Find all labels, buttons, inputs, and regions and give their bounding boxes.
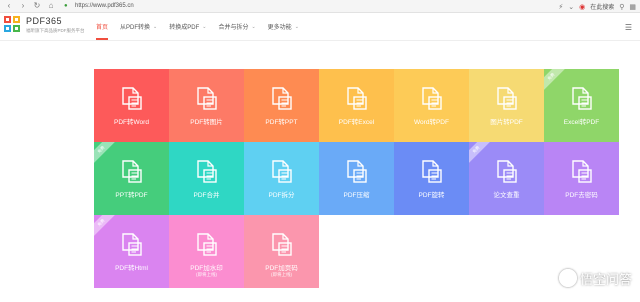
chevron-down-icon: ⌄ bbox=[202, 23, 207, 30]
pdf-rotate-icon bbox=[422, 160, 442, 183]
home-icon[interactable]: ⌂ bbox=[46, 1, 56, 11]
tool-tile[interactable]: PDF转Html 免费 bbox=[94, 215, 169, 288]
tool-label: PDF转PPT bbox=[265, 119, 298, 126]
refresh-icon[interactable]: ↻ bbox=[32, 1, 42, 11]
search-icon[interactable]: ⚲ bbox=[619, 3, 624, 11]
tool-label: PDF转Html bbox=[115, 265, 148, 272]
tool-tile[interactable]: PDF合并 bbox=[169, 142, 244, 215]
main-nav: 首页 从PDF转换 ⌄ 转换成PDF ⌄ 合并与拆分 ⌄ 更多功能 ⌄ bbox=[96, 13, 311, 40]
nav-item-label: 合并与拆分 bbox=[218, 25, 249, 31]
pdf-to-ppt-icon bbox=[272, 87, 292, 110]
tool-sublabel: (即将上线) bbox=[196, 272, 217, 277]
browser-toolbar-right: ⚡ ⌄ ◉ 在此搜索 ⚲ ▦ bbox=[558, 0, 640, 13]
lock-icon: ● bbox=[64, 3, 68, 9]
pdf-page-number-icon bbox=[272, 233, 292, 256]
pdf-watermark-icon bbox=[197, 233, 217, 256]
tool-tile[interactable]: 论文查重 免费 bbox=[469, 142, 544, 215]
tool-tile[interactable]: PDF转PPT bbox=[244, 69, 319, 142]
pdf-to-html-icon bbox=[122, 233, 142, 256]
tool-label: 论文查重 bbox=[493, 192, 520, 199]
nav-item-label: 转换成PDF bbox=[169, 25, 200, 31]
nav-item-label: 从PDF转换 bbox=[120, 25, 151, 31]
address-url: https://www.pdf365.cn bbox=[75, 3, 134, 9]
excel-to-pdf-icon bbox=[572, 87, 592, 110]
tool-tile[interactable]: PDF加页码 (即将上线) bbox=[244, 215, 319, 288]
watermark-text: 悟空问答 bbox=[579, 271, 632, 287]
tool-tile[interactable]: PDF压缩 bbox=[319, 142, 394, 215]
tool-tile[interactable]: PDF转图片 bbox=[169, 69, 244, 142]
extension-icon[interactable]: ▦ bbox=[629, 3, 636, 11]
nav-item-merge-split[interactable]: 合并与拆分 ⌄ bbox=[218, 13, 255, 40]
forward-icon[interactable]: › bbox=[18, 1, 28, 11]
browser-search-label[interactable]: 在此搜索 bbox=[590, 2, 614, 11]
tool-label: PPT转PDF bbox=[115, 192, 148, 199]
nav-item-to-pdf[interactable]: 转换成PDF ⌄ bbox=[169, 13, 206, 40]
chevron-down-icon: ⌄ bbox=[251, 23, 256, 30]
tool-label: PDF加水印 bbox=[190, 265, 223, 272]
nav-item-from-pdf[interactable]: 从PDF转换 ⌄ bbox=[120, 13, 157, 40]
tool-tile[interactable]: PDF拆分 bbox=[244, 142, 319, 215]
tool-tile[interactable]: PDF转Word bbox=[94, 69, 169, 142]
pdf-merge-icon bbox=[197, 160, 217, 183]
nav-item-label: 首页 bbox=[96, 25, 109, 31]
free-badge: 免费 bbox=[544, 69, 569, 94]
chevron-down-icon: ⌄ bbox=[294, 23, 299, 30]
nav-item-more[interactable]: 更多功能 ⌄ bbox=[268, 13, 299, 40]
tool-tile[interactable]: PDF旋转 bbox=[394, 142, 469, 215]
pdf-to-word-icon bbox=[122, 87, 142, 110]
tool-label: Excel转PDF bbox=[563, 119, 600, 126]
tool-tile[interactable]: Excel转PDF 免费 bbox=[544, 69, 619, 142]
word-to-pdf-icon bbox=[422, 87, 442, 110]
pdf-to-image-icon bbox=[197, 87, 217, 110]
tool-tile[interactable]: Word转PDF bbox=[394, 69, 469, 142]
tool-tile[interactable]: PDF去密码 bbox=[544, 142, 619, 215]
bolt-icon[interactable]: ⚡ bbox=[558, 3, 563, 11]
tool-label: PDF去密码 bbox=[565, 192, 598, 199]
logo-icon[interactable] bbox=[4, 16, 21, 33]
tool-tile[interactable]: PPT转PDF 免费 bbox=[94, 142, 169, 215]
tool-label: PDF转Word bbox=[114, 119, 149, 126]
watermark: 悟空问答 bbox=[558, 268, 632, 288]
browser-toolbar: ‹ › ↻ ⌂ ● https://www.pdf365.cn ⚡ ⌄ ◉ 在此… bbox=[0, 0, 640, 13]
nav-item-label: 更多功能 bbox=[267, 25, 292, 31]
pdf-split-icon bbox=[272, 160, 292, 183]
tool-sublabel: (即将上线) bbox=[271, 272, 292, 277]
site-header: PDF365 福昕旗下高品质PDF服务平台 首页 从PDF转换 ⌄ 转换成PDF… bbox=[0, 13, 640, 41]
tool-label: PDF转图片 bbox=[190, 119, 223, 126]
tool-tile[interactable]: 图片转PDF bbox=[469, 69, 544, 142]
paper-check-icon bbox=[497, 160, 517, 183]
free-badge: 免费 bbox=[469, 142, 494, 167]
tool-label: PDF加页码 bbox=[265, 265, 298, 272]
brand-tagline: 福昕旗下高品质PDF服务平台 bbox=[26, 28, 85, 33]
address-bar[interactable]: ● https://www.pdf365.cn bbox=[64, 1, 444, 11]
pdf-compress-icon bbox=[347, 160, 367, 183]
nav-item-home[interactable]: 首页 bbox=[96, 13, 109, 40]
tool-tile[interactable]: PDF加水印 (即将上线) bbox=[169, 215, 244, 288]
free-badge: 免费 bbox=[94, 142, 119, 167]
tool-label: PDF压缩 bbox=[343, 192, 370, 199]
tool-label: PDF合并 bbox=[193, 192, 220, 199]
brand-name[interactable]: PDF365 bbox=[26, 16, 62, 26]
free-badge: 免费 bbox=[94, 215, 119, 240]
tool-label: Word转PDF bbox=[414, 119, 449, 126]
tool-label: PDF旋转 bbox=[418, 192, 445, 199]
tool-label: 图片转PDF bbox=[490, 119, 523, 126]
tool-label: PDF转Excel bbox=[338, 119, 375, 126]
ppt-to-pdf-icon bbox=[122, 160, 142, 183]
tool-label: PDF拆分 bbox=[268, 192, 295, 199]
chevron-down-icon[interactable]: ⌄ bbox=[568, 3, 574, 11]
wukong-logo-icon bbox=[558, 269, 577, 287]
pdf-to-excel-icon bbox=[347, 87, 367, 110]
back-icon[interactable]: ‹ bbox=[4, 1, 14, 11]
menu-icon[interactable]: ☰ bbox=[625, 23, 632, 32]
image-to-pdf-icon bbox=[497, 87, 517, 110]
chevron-down-icon: ⌄ bbox=[153, 23, 158, 30]
tool-tile[interactable]: PDF转Excel bbox=[319, 69, 394, 142]
pdf-unlock-icon bbox=[572, 160, 592, 183]
search-engine-icon[interactable]: ◉ bbox=[579, 3, 585, 11]
